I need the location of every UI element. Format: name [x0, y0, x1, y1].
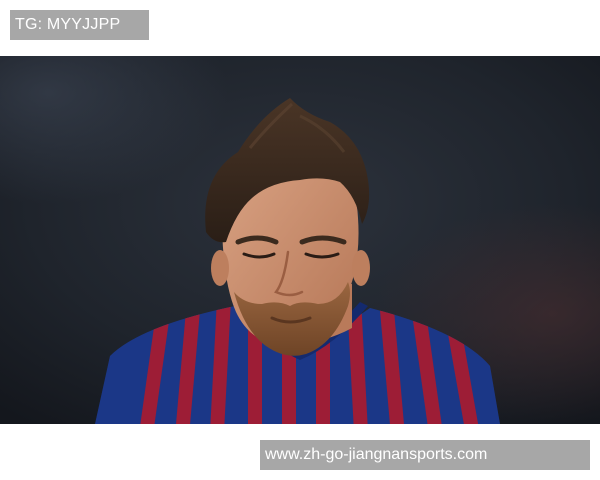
- watermark-url-text: www.zh-go-jiangnansports.com: [265, 446, 488, 463]
- watermark-tag-badge: TG: MYYJJPP: [10, 10, 149, 40]
- page: TG: MYYJJPP www.zh-go-jiangnansports.com: [0, 0, 600, 480]
- watermark-tag-text: TG: MYYJJPP: [15, 16, 121, 33]
- photo: [0, 56, 600, 424]
- watermark-url-badge: www.zh-go-jiangnansports.com: [260, 440, 590, 470]
- photo-illustration: [0, 56, 600, 424]
